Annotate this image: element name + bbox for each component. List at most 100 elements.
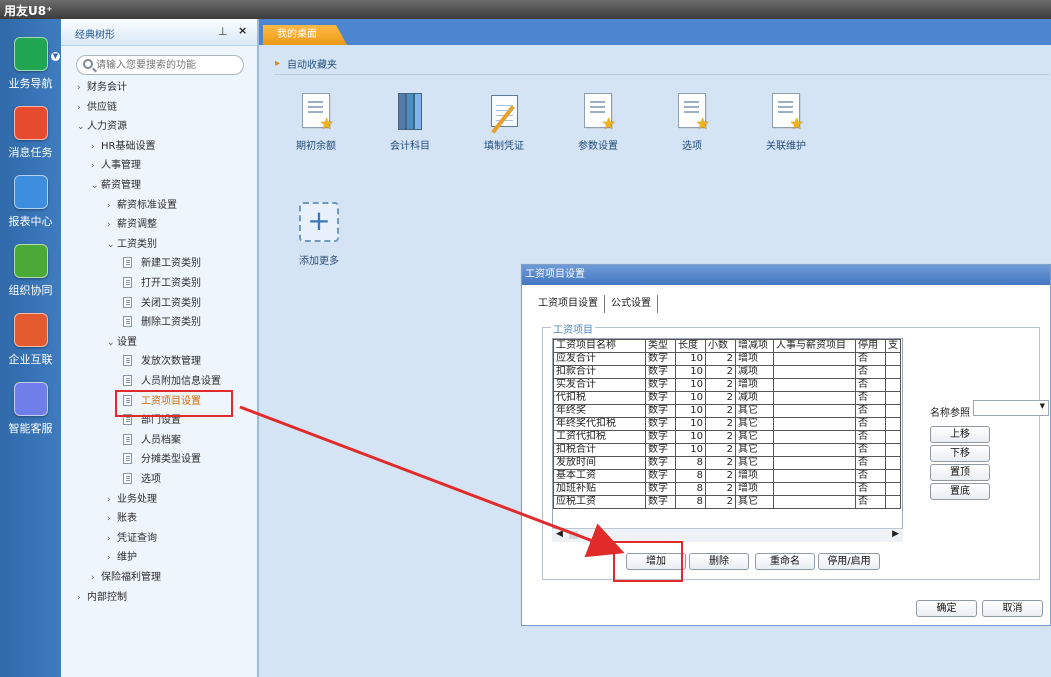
move-down-button[interactable]: 下移 — [930, 445, 990, 462]
table-cell[interactable] — [885, 391, 901, 405]
table-cell[interactable]: 数字 — [645, 443, 676, 457]
table-cell[interactable]: 数字 — [645, 352, 676, 366]
chevron-right-icon[interactable]: › — [77, 589, 87, 607]
chevron-right-icon[interactable]: › — [107, 216, 117, 234]
table-row[interactable]: 年终奖 数字 10 2 其它 否 — [553, 404, 901, 418]
tree-item[interactable]: ⌄ 设置 — [107, 334, 137, 352]
table-cell[interactable]: 否 — [855, 482, 886, 496]
table-cell[interactable] — [773, 391, 856, 405]
table-cell[interactable]: 10 — [675, 404, 706, 418]
table-row[interactable]: 扣款合计 数字 10 2 减项 否 — [553, 365, 901, 379]
table-cell[interactable] — [885, 443, 901, 457]
table-cell[interactable]: 增项 — [735, 378, 774, 392]
salary-items-table[interactable]: 工资项目名称 类型 长度 小数 增减项 人事与薪资项目 停用支应发合计 数字 10 2 增项否扣款合… — [552, 338, 903, 542]
column-header[interactable]: 工资项目名称 — [553, 339, 646, 353]
tree-item[interactable]: 删除工资类别 — [123, 314, 201, 332]
tab-salary-item-settings[interactable]: 工资项目设置 — [532, 295, 605, 313]
table-cell[interactable]: 数字 — [645, 391, 676, 405]
table-row[interactable]: 代扣税 数字 10 2 减项 否 — [553, 391, 901, 405]
column-header[interactable]: 支 — [885, 339, 901, 353]
rename-button[interactable]: 重命名 — [755, 553, 815, 570]
scroll-thumb[interactable] — [569, 531, 578, 539]
move-top-button[interactable]: 置顶 — [930, 464, 990, 481]
table-cell[interactable]: 应税工资 — [553, 495, 646, 509]
delete-button[interactable]: 删除 — [689, 553, 749, 570]
cancel-button[interactable]: 取消 — [982, 600, 1043, 617]
table-row[interactable]: 实发合计 数字 10 2 增项 否 — [553, 378, 901, 392]
table-cell[interactable]: 否 — [855, 365, 886, 379]
pin-icon[interactable]: ⊥ — [218, 25, 228, 38]
table-cell[interactable]: 扣税合计 — [553, 443, 646, 457]
column-header[interactable]: 停用 — [855, 339, 886, 353]
table-cell[interactable]: 扣款合计 — [553, 365, 646, 379]
shortcut-1[interactable]: 会计科目 — [370, 93, 450, 152]
name-reference-select[interactable] — [973, 400, 1049, 416]
table-cell[interactable]: 10 — [675, 365, 706, 379]
table-cell[interactable]: 否 — [855, 404, 886, 418]
table-cell[interactable]: 代扣税 — [553, 391, 646, 405]
table-row[interactable]: 扣税合计 数字 10 2 其它 否 — [553, 443, 901, 457]
function-search[interactable] — [76, 55, 244, 75]
shortcut-0[interactable]: ★ 期初余额 — [276, 93, 356, 152]
nav-item-2[interactable]: 报表中心 — [0, 175, 61, 229]
tree-item[interactable]: › HR基础设置 — [91, 138, 155, 156]
table-cell[interactable]: 其它 — [735, 443, 774, 457]
nav-item-4[interactable]: 企业互联 — [0, 313, 61, 367]
table-cell[interactable]: 其它 — [735, 456, 774, 470]
table-cell[interactable] — [773, 365, 856, 379]
table-row[interactable]: 应税工资 数字 8 2 其它 否 — [553, 495, 901, 509]
table-cell[interactable]: 加班补贴 — [553, 482, 646, 496]
tree-item[interactable]: 人员附加信息设置 — [123, 373, 221, 391]
column-header[interactable]: 增减项 — [735, 339, 774, 353]
table-cell[interactable] — [885, 430, 901, 444]
table-cell[interactable]: 实发合计 — [553, 378, 646, 392]
table-cell[interactable]: 减项 — [735, 391, 774, 405]
table-cell[interactable]: 2 — [705, 495, 736, 509]
table-cell[interactable] — [773, 456, 856, 470]
shortcut-2[interactable]: 填制凭证 — [464, 93, 544, 152]
chevron-down-icon[interactable]: ▼ — [51, 52, 60, 61]
table-cell[interactable]: 工资代扣税 — [553, 430, 646, 444]
table-cell[interactable]: 2 — [705, 417, 736, 431]
chevron-left-icon[interactable]: ◀ — [556, 529, 563, 539]
table-cell[interactable] — [773, 404, 856, 418]
table-cell[interactable]: 数字 — [645, 430, 676, 444]
table-cell[interactable] — [885, 365, 901, 379]
chevron-right-icon[interactable]: › — [107, 510, 117, 528]
tab-formula-settings[interactable]: 公式设置 — [605, 295, 658, 313]
nav-item-5[interactable]: 智能客服 — [0, 382, 61, 436]
horizontal-scrollbar[interactable]: ◀ ▶ — [552, 528, 903, 542]
table-cell[interactable]: 数字 — [645, 378, 676, 392]
chevron-right-icon[interactable]: › — [77, 99, 87, 117]
tree-item[interactable]: 发放次数管理 — [123, 353, 201, 371]
tree-item[interactable]: › 供应链 — [77, 99, 117, 117]
tree-item[interactable]: › 财务会计 — [77, 79, 127, 97]
ok-button[interactable]: 确定 — [916, 600, 977, 617]
table-cell[interactable]: 否 — [855, 469, 886, 483]
add-more-button[interactable]: + — [299, 202, 339, 242]
table-cell[interactable]: 数字 — [645, 456, 676, 470]
table-cell[interactable]: 2 — [705, 378, 736, 392]
chevron-right-icon[interactable]: › — [91, 138, 101, 156]
table-cell[interactable]: 数字 — [645, 404, 676, 418]
table-cell[interactable]: 2 — [705, 482, 736, 496]
chevron-down-icon[interactable]: ⌄ — [107, 334, 117, 352]
table-cell[interactable]: 发放时间 — [553, 456, 646, 470]
table-cell[interactable]: 否 — [855, 456, 886, 470]
table-cell[interactable]: 否 — [855, 430, 886, 444]
table-cell[interactable]: 10 — [675, 391, 706, 405]
table-cell[interactable]: 数字 — [645, 482, 676, 496]
tab-my-desktop[interactable]: 我的桌面 — [263, 25, 347, 45]
move-up-button[interactable]: 上移 — [930, 426, 990, 443]
table-cell[interactable]: 否 — [855, 495, 886, 509]
column-header[interactable]: 类型 — [645, 339, 676, 353]
table-row[interactable]: 加班补贴 数字 8 2 增项 否 — [553, 482, 901, 496]
tree-item[interactable]: › 薪资标准设置 — [107, 197, 177, 215]
table-cell[interactable]: 其它 — [735, 404, 774, 418]
chevron-right-icon[interactable]: › — [107, 549, 117, 567]
table-cell[interactable]: 2 — [705, 469, 736, 483]
table-cell[interactable]: 基本工资 — [553, 469, 646, 483]
tree-item[interactable]: 选项 — [123, 471, 161, 489]
nav-item-0[interactable]: 业务导航 ▼ — [0, 37, 61, 91]
tree-item[interactable]: 关闭工资类别 — [123, 295, 201, 313]
